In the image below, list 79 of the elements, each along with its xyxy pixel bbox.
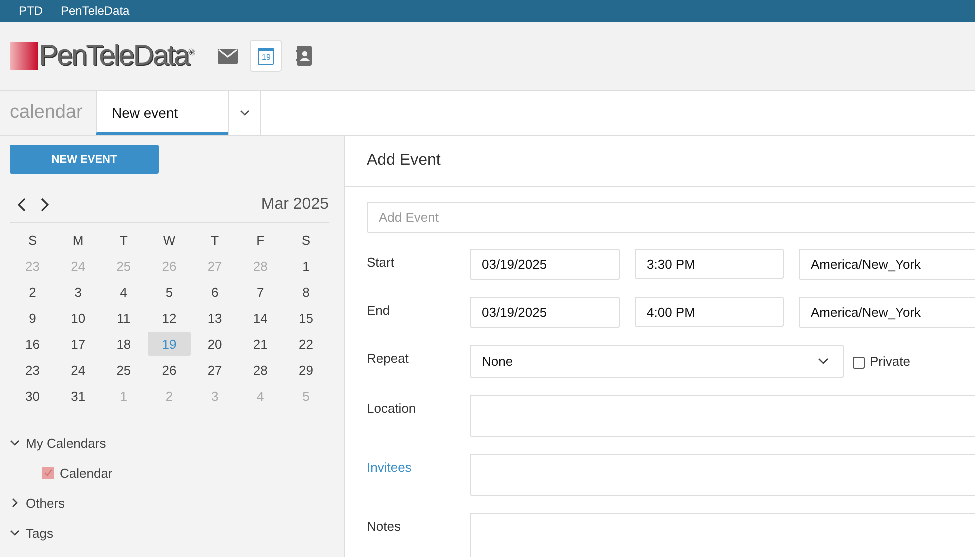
contact-book-icon <box>296 46 312 66</box>
calendar-day[interactable]: 5 <box>146 280 192 304</box>
calendar-day[interactable]: 4 <box>101 280 147 304</box>
calendar-day[interactable]: 31 <box>56 384 102 408</box>
field-label: Notes <box>367 518 402 534</box>
weekday-label: T <box>210 232 220 250</box>
chevron-down-icon[interactable] <box>10 528 20 538</box>
calendar-day[interactable]: 29 <box>283 358 329 382</box>
calendar-day[interactable]: 9 <box>10 306 56 330</box>
calendar-day[interactable]: 6 <box>192 280 238 304</box>
weekday-label: T <box>118 232 129 250</box>
calendar-day[interactable]: 11 <box>101 306 147 330</box>
top-menu-item[interactable]: PTD <box>19 4 43 18</box>
calendar-day[interactable]: 21 <box>238 332 284 356</box>
month-label: Mar 2025 <box>261 196 329 214</box>
calendar-icon: 19 <box>258 48 274 64</box>
calendar-day[interactable]: 7 <box>238 280 284 304</box>
chevron-right-icon[interactable] <box>40 198 50 212</box>
new-event-button[interactable]: NEW EVENT <box>10 145 159 174</box>
calendar-day[interactable]: 16 <box>10 332 56 356</box>
chevron-down-icon <box>240 110 250 116</box>
field-label: Repeat <box>367 350 410 366</box>
calendar-day[interactable]: 3 <box>56 280 102 304</box>
calendar-day[interactable]: 10 <box>56 306 102 330</box>
top-menu-item[interactable]: PenTeleData <box>61 4 130 18</box>
checkbox[interactable] <box>42 467 54 479</box>
calendar-day[interactable]: 13 <box>192 306 238 330</box>
checkbox[interactable] <box>853 357 865 369</box>
checkbox-label[interactable]: Private <box>870 345 910 369</box>
calendar-day[interactable]: 1 <box>283 254 329 278</box>
calendar-day[interactable]: 17 <box>56 332 102 356</box>
calendar-day[interactable]: 15 <box>283 306 329 330</box>
chevron-down-icon[interactable] <box>10 438 20 448</box>
logo-text: PenTeleData$^{®}$ <box>39 40 194 72</box>
calendar-day[interactable]: 8 <box>283 280 329 304</box>
time-field[interactable]: 3:30 PM <box>635 249 784 279</box>
weekday-label: W <box>162 232 177 250</box>
app-title: calendar <box>0 91 96 135</box>
calendar-day[interactable]: 27 <box>192 358 238 382</box>
calendar-app-button[interactable]: 19 <box>250 40 282 72</box>
weekday-label: S <box>300 232 312 250</box>
logo-icon <box>10 42 38 70</box>
calendar-item[interactable]: Calendar <box>60 466 113 480</box>
calendar-day[interactable]: 2 <box>10 280 56 304</box>
calendar-day[interactable]: 24 <box>56 358 102 382</box>
calendar-day[interactable]: 26 <box>146 358 192 382</box>
text-field[interactable] <box>470 395 975 437</box>
field-label: End <box>367 302 392 318</box>
calendar-day[interactable]: 20 <box>192 332 238 356</box>
calendar-day[interactable]: 30 <box>10 384 56 408</box>
text-field[interactable] <box>470 454 975 496</box>
tree-item[interactable]: Others <box>26 496 66 510</box>
weekday-label: S <box>27 232 38 250</box>
form-title: Add Event <box>345 136 975 187</box>
subject-field[interactable]: Add Event <box>367 202 975 233</box>
repeat-dropdown[interactable]: None <box>470 345 844 378</box>
tree-item[interactable]: My Calendars <box>26 436 106 450</box>
calendar-day[interactable]: 14 <box>238 306 284 330</box>
field-label: Start <box>367 254 396 270</box>
chevron-right-icon[interactable] <box>10 498 20 508</box>
date-field[interactable]: 03/19/2025 <box>470 297 620 328</box>
time-field[interactable]: 4:00 PM <box>635 297 784 327</box>
invitees-link[interactable]: Invitees <box>367 454 470 475</box>
timezone-field[interactable]: America/New_York <box>799 249 975 280</box>
calendar-day[interactable]: 23 <box>10 358 56 382</box>
timezone-field[interactable]: America/New_York <box>799 297 975 328</box>
calendar-day[interactable]: 25 <box>101 358 147 382</box>
envelope-icon <box>218 48 238 64</box>
calendar-day[interactable]: 22 <box>283 332 329 356</box>
field-label: Location <box>367 400 418 416</box>
weekday-label: F <box>256 232 266 250</box>
chevron-left-icon[interactable] <box>17 198 27 212</box>
calendar-day[interactable]: 12 <box>146 306 192 330</box>
calendar-day[interactable]: 28 <box>238 358 284 382</box>
weekday-label: M <box>72 232 85 250</box>
calendar-day[interactable]: 18 <box>101 332 147 356</box>
chevron-down-icon <box>818 358 829 365</box>
date-field[interactable]: 03/19/2025 <box>470 249 620 280</box>
tree-item[interactable]: Tags <box>26 526 54 540</box>
